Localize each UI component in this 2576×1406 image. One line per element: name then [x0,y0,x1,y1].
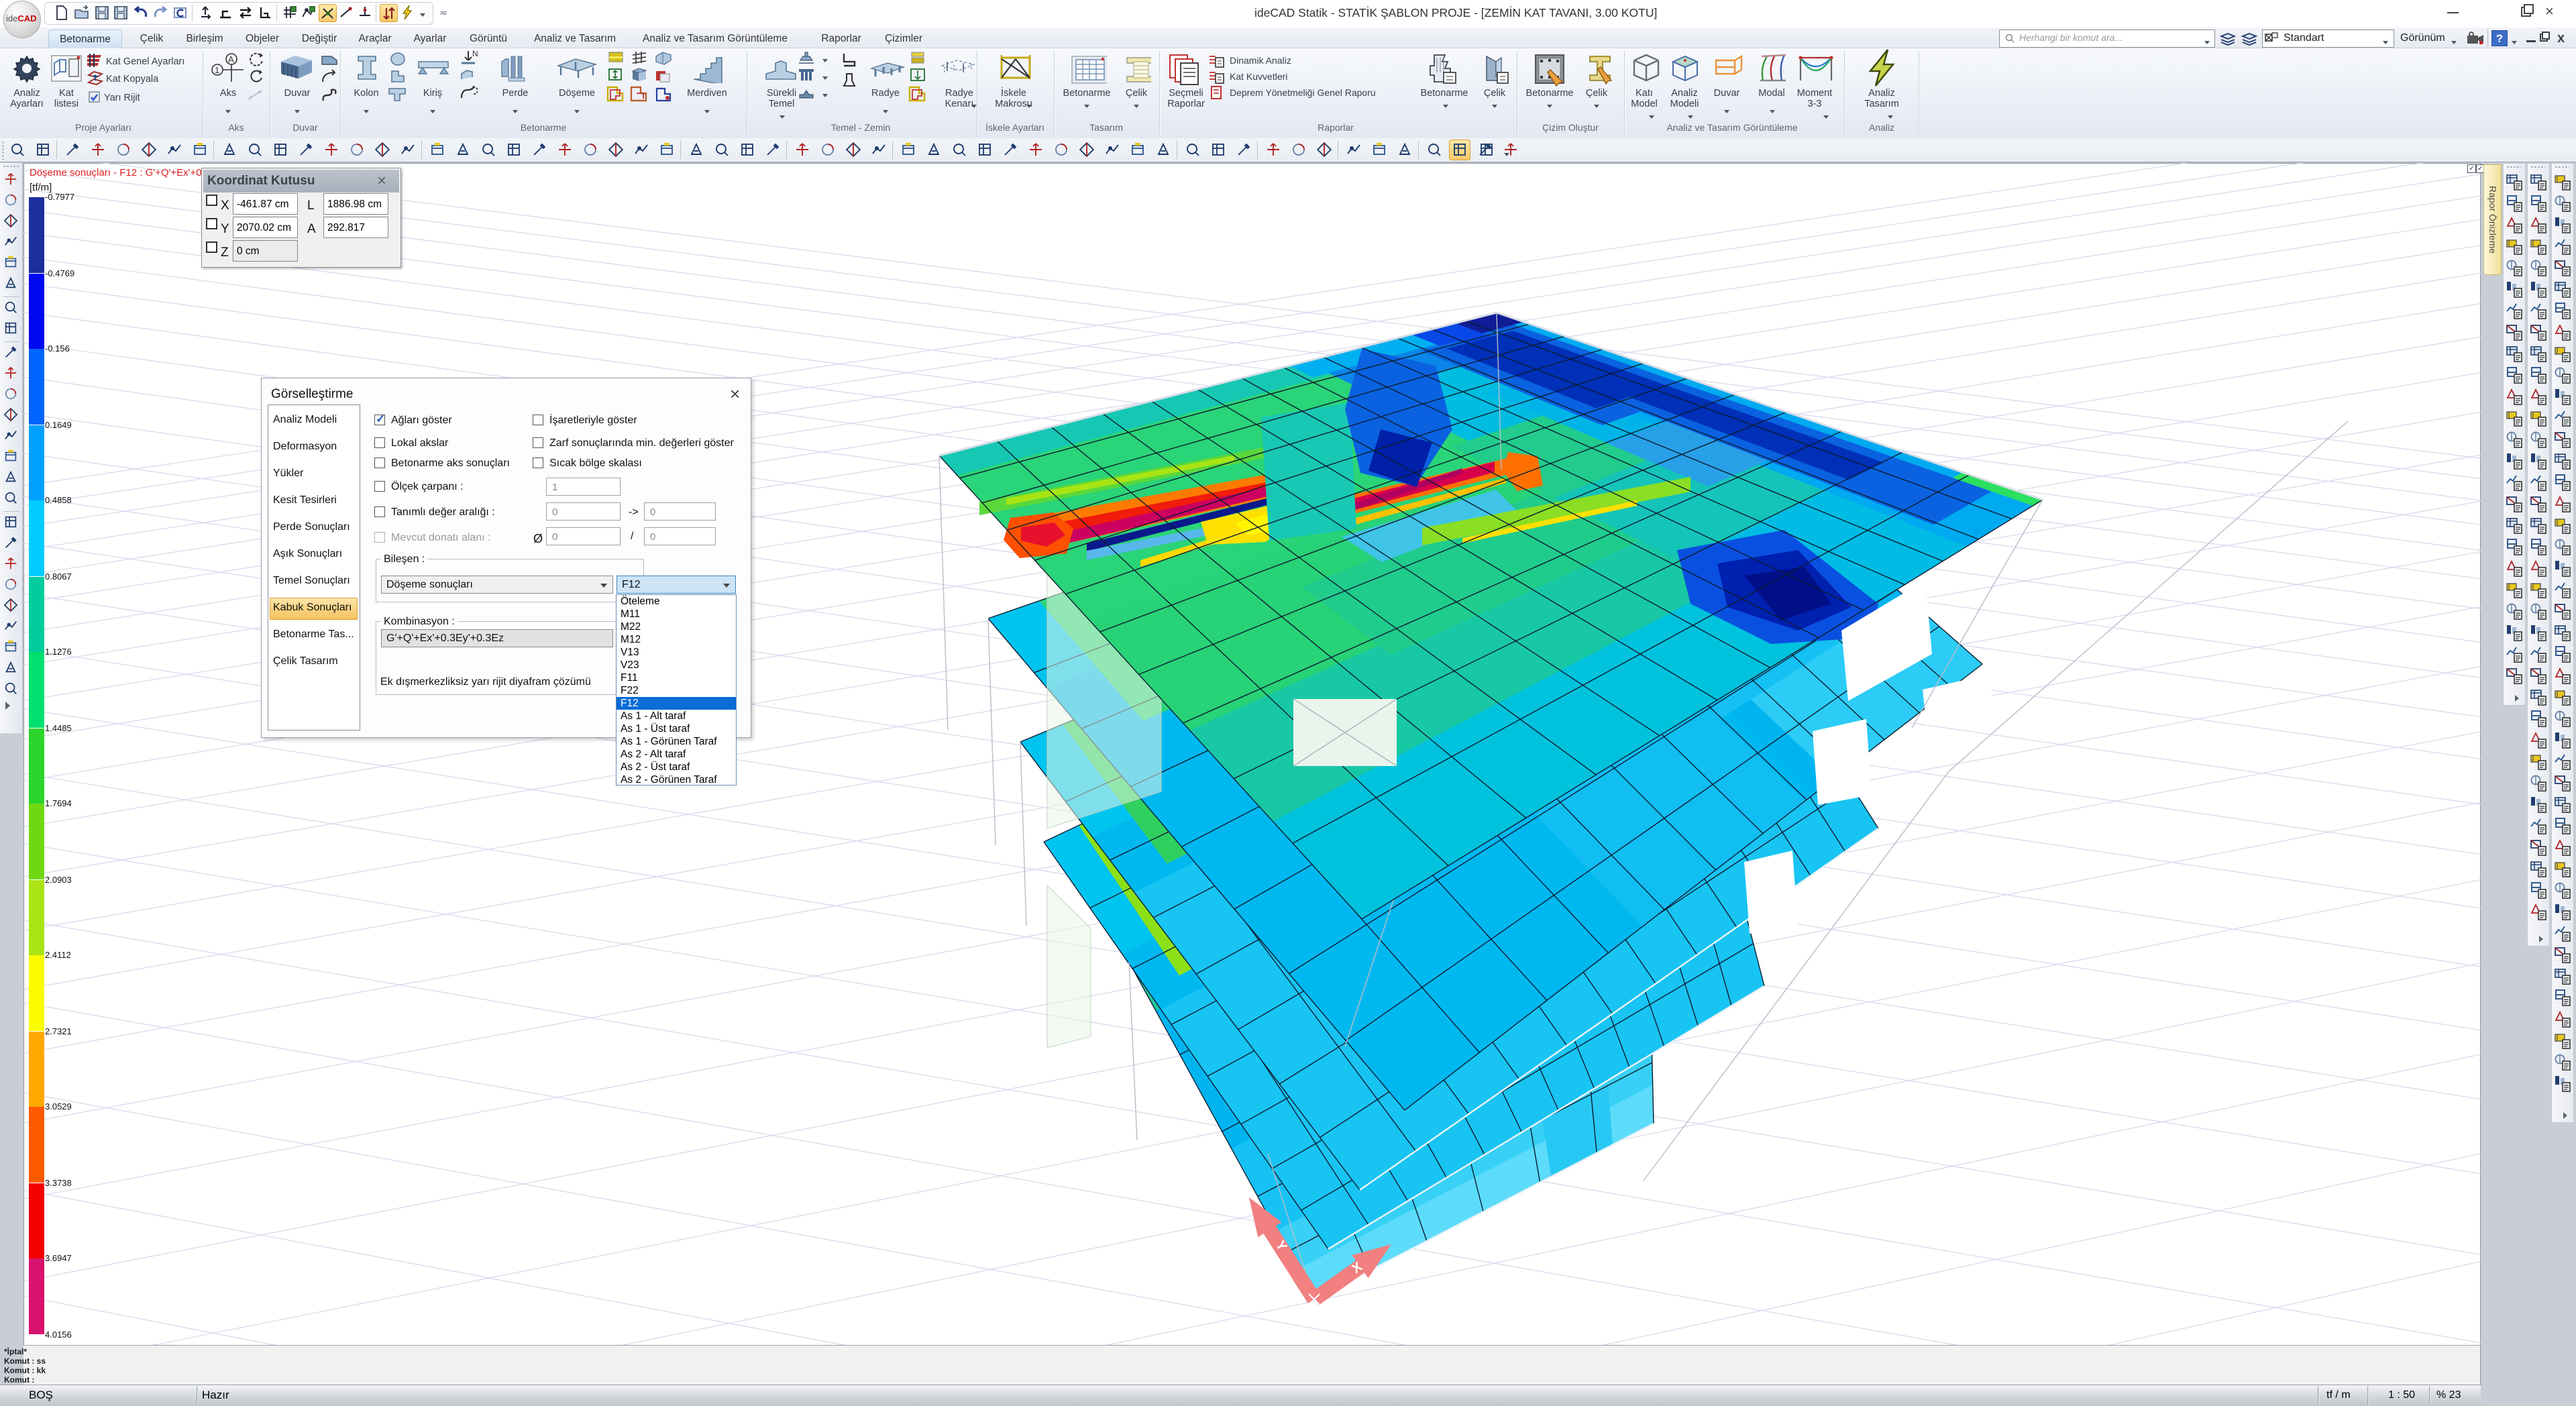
svg-text:1: 1 [215,65,219,75]
svg-text:N: N [472,50,478,58]
svg-text:A: A [228,54,234,64]
